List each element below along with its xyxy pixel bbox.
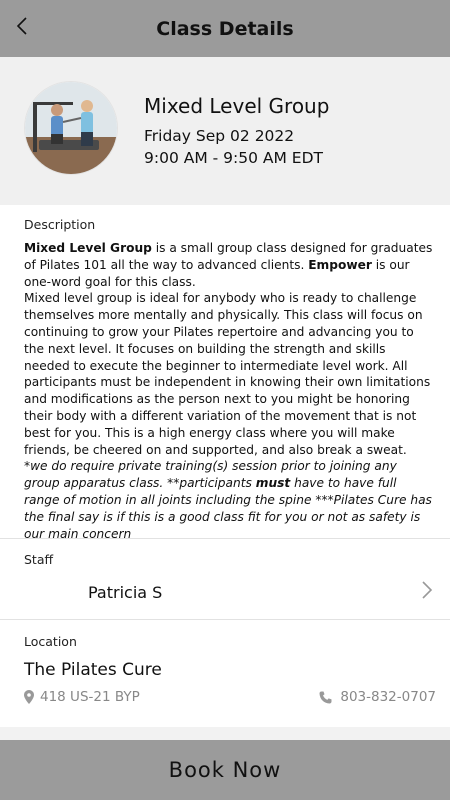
staff-name[interactable]: Patricia S	[88, 583, 162, 602]
page-title: Class Details	[156, 18, 294, 40]
description-paragraph-2: Mixed level group is ideal for anybody w…	[24, 291, 431, 457]
class-time: 9:00 AM - 9:50 AM EDT	[144, 149, 323, 167]
location-label: Location	[24, 634, 77, 649]
address-text: 418 US-21 BYP	[40, 689, 140, 705]
book-now-button[interactable]: Book Now	[0, 740, 450, 800]
staff-label: Staff	[24, 552, 54, 567]
description-emphasis: must	[255, 476, 291, 491]
class-name: Mixed Level Group	[144, 94, 330, 118]
map-pin-icon	[24, 690, 34, 704]
bottom-spacer	[0, 727, 450, 740]
description-label: Description	[24, 217, 96, 232]
class-summary: Mixed Level Group Friday Sep 02 2022 9:0…	[0, 57, 450, 205]
description-emphasis: Mixed Level Group	[24, 241, 152, 255]
divider	[0, 619, 450, 620]
header-bar: Class Details	[0, 0, 450, 57]
phone-text: 803-832-0707	[340, 689, 436, 705]
location-phone[interactable]: 803-832-0707	[319, 689, 436, 705]
location-address[interactable]: 418 US-21 BYP	[24, 689, 140, 705]
description-text: Mixed Level Group is a small group class…	[24, 240, 434, 542]
description-paragraph-3: *we do require private training(s) sessi…	[24, 458, 434, 542]
description-emphasis: Empower	[308, 257, 372, 272]
location-name: The Pilates Cure	[24, 660, 162, 680]
phone-icon	[319, 691, 332, 703]
class-image	[25, 82, 117, 174]
divider	[0, 538, 450, 539]
description-paragraph-1: Mixed Level Group is a small group class…	[24, 240, 434, 290]
chevron-right-icon	[422, 581, 433, 599]
class-date: Friday Sep 02 2022	[144, 127, 295, 145]
staff-detail-button[interactable]	[421, 580, 437, 604]
